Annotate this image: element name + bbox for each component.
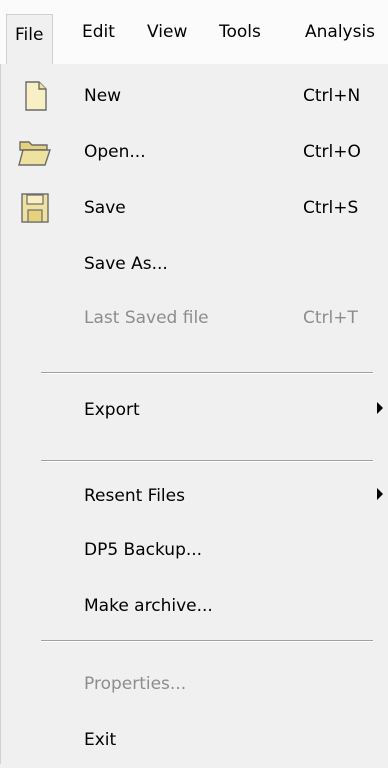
menu-item-export[interactable]: Export xyxy=(1,382,388,438)
shortcut-label: Ctrl+O xyxy=(303,142,361,162)
menu-item-make-archive[interactable]: Make archive... xyxy=(1,578,388,634)
menu-item-label: Resent Files xyxy=(84,486,185,506)
menu-item-new[interactable]: New Ctrl+N xyxy=(1,68,388,124)
menu-item-recent-files[interactable]: Resent Files xyxy=(1,468,388,524)
menu-analysis[interactable]: Analysis xyxy=(305,20,375,44)
menu-file[interactable]: File xyxy=(6,14,53,66)
menu-item-label: Export xyxy=(84,400,140,420)
floppy-disk-icon xyxy=(21,193,49,223)
new-file-icon xyxy=(25,81,47,111)
menu-separator xyxy=(41,640,373,642)
menu-item-label: Properties... xyxy=(84,674,187,694)
shortcut-label: Ctrl+S xyxy=(303,198,359,218)
menu-item-label: Open... xyxy=(84,142,146,162)
menu-item-properties: Properties... xyxy=(1,656,388,712)
menu-item-label: New xyxy=(84,86,122,106)
menu-item-save[interactable]: Save Ctrl+S xyxy=(1,180,388,236)
submenu-arrow-icon xyxy=(377,402,383,414)
shortcut-label: Ctrl+N xyxy=(303,86,361,106)
menu-separator xyxy=(41,372,373,374)
menu-item-label: Save xyxy=(84,198,126,218)
menu-item-dp5-backup[interactable]: DP5 Backup... xyxy=(1,522,388,578)
submenu-arrow-icon xyxy=(377,488,383,500)
menu-view[interactable]: View xyxy=(147,20,187,44)
menu-separator xyxy=(41,460,373,462)
menu-item-label: Last Saved file xyxy=(84,308,209,328)
menu-item-exit[interactable]: Exit xyxy=(1,712,388,768)
folder-icon xyxy=(18,141,51,166)
menu-item-label: Save As... xyxy=(84,254,168,274)
menu-tools[interactable]: Tools xyxy=(219,20,261,44)
shortcut-label: Ctrl+T xyxy=(303,308,358,328)
menu-edit[interactable]: Edit xyxy=(82,20,115,44)
menu-item-last-saved-file: Last Saved file Ctrl+T xyxy=(1,290,388,346)
menu-item-label: Make archive... xyxy=(84,596,213,616)
menu-bar: File Edit View Tools Analysis xyxy=(0,0,388,66)
menu-item-save-as[interactable]: Save As... xyxy=(1,236,388,292)
menu-item-label: Exit xyxy=(84,730,117,750)
file-menu-dropdown: New Ctrl+N Open... Ctrl+O Save Ctrl+S Sa… xyxy=(0,64,388,764)
menu-item-open[interactable]: Open... Ctrl+O xyxy=(1,124,388,180)
menu-item-label: DP5 Backup... xyxy=(84,540,203,560)
